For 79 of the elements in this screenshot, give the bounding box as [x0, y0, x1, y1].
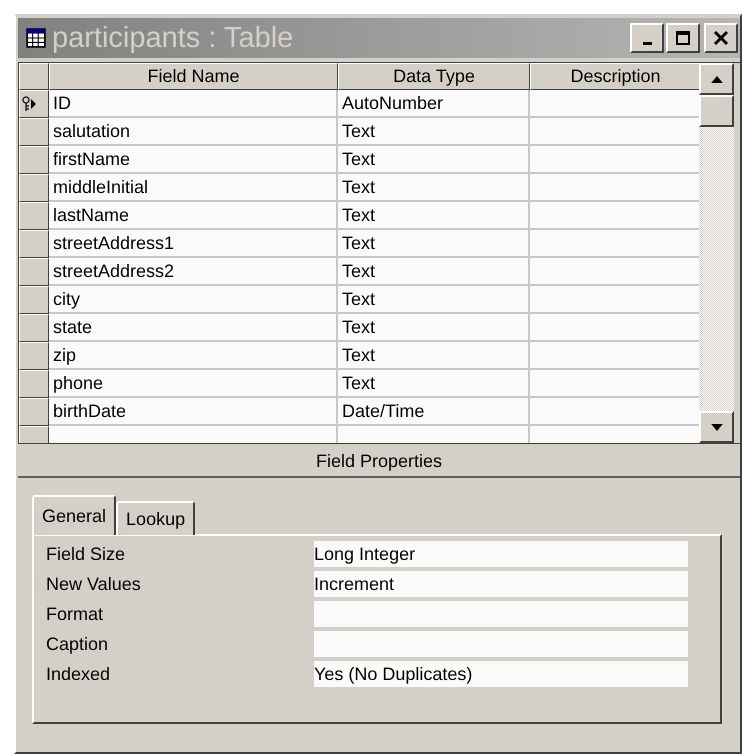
column-header[interactable]: Data Type — [338, 63, 530, 90]
property-field[interactable]: Increment — [314, 571, 688, 597]
row-selector[interactable] — [19, 258, 49, 286]
property-label: Caption — [46, 634, 110, 654]
row-selector[interactable] — [19, 398, 49, 426]
scroll-thumb[interactable] — [699, 95, 734, 127]
table-cell: city — [49, 286, 338, 314]
maximize-icon — [675, 30, 691, 46]
table-cell: zip — [49, 342, 338, 370]
table-cell: Date/Time — [338, 398, 530, 426]
minimize-icon — [642, 42, 652, 44]
table-cell: salutation — [49, 118, 338, 146]
window-title: participants : Table — [52, 22, 294, 54]
table-cell: ID — [49, 90, 338, 118]
table-cell: streetAddress1 — [49, 230, 338, 258]
scroll-up-button[interactable] — [699, 63, 734, 95]
table-cell: phone — [49, 370, 338, 398]
property-field[interactable]: Yes (No Duplicates) — [314, 661, 688, 687]
property-field[interactable]: Long Integer — [314, 541, 688, 567]
table-row[interactable]: state Text — [19, 314, 699, 342]
table-cell: birthDate — [49, 398, 338, 426]
row-selector[interactable] — [19, 174, 49, 202]
table-cell: Text — [338, 118, 530, 146]
table-row[interactable]: city Text — [19, 286, 699, 314]
row-selector[interactable] — [19, 342, 49, 370]
property-label: Indexed — [46, 664, 112, 684]
tab[interactable]: Lookup — [116, 501, 196, 535]
maximize-button[interactable] — [666, 23, 700, 53]
table-cell: Text — [338, 202, 530, 230]
property-field[interactable] — [314, 631, 688, 657]
property-field[interactable] — [314, 601, 688, 627]
table-cell: AutoNumber — [338, 90, 530, 118]
table-cell: Text — [338, 342, 530, 370]
table-row[interactable]: streetAddress1 Text — [19, 230, 699, 258]
table-cell: Text — [338, 370, 530, 398]
down-arrow-icon — [710, 424, 722, 430]
close-button[interactable] — [704, 23, 738, 53]
table-cell: firstName — [49, 146, 338, 174]
table-cell: lastName — [49, 202, 338, 230]
table-row[interactable]: phone Text — [19, 370, 699, 398]
table-row[interactable]: middleInitial Text — [19, 174, 699, 202]
close-icon — [713, 30, 729, 46]
row-selector[interactable] — [19, 90, 49, 118]
column-header[interactable]: Description — [530, 63, 699, 90]
row-selector[interactable] — [19, 286, 49, 314]
minimize-button[interactable] — [630, 23, 664, 53]
table-row[interactable]: lastName Text — [19, 202, 699, 230]
column-header[interactable]: Field Name — [49, 63, 338, 90]
table-row[interactable]: zip Text — [19, 342, 699, 370]
property-label: Format — [46, 604, 104, 624]
row-selector[interactable] — [19, 230, 49, 258]
row-selector[interactable] — [19, 202, 49, 230]
table-row[interactable]: ID AutoNumber — [19, 90, 699, 118]
scroll-down-button[interactable] — [699, 411, 734, 443]
table-row[interactable]: salutation Text — [19, 118, 699, 146]
section-header: Field Properties — [18, 446, 740, 478]
row-selector[interactable] — [19, 118, 49, 146]
row-selector[interactable] — [19, 146, 49, 174]
table-cell: Text — [338, 258, 530, 286]
table-cell: Text — [338, 146, 530, 174]
table-row[interactable]: birthDate Date/Time — [19, 398, 699, 426]
table-row[interactable]: firstName Text — [19, 146, 699, 174]
table-cell: state — [49, 314, 338, 342]
vertical-scrollbar[interactable] — [699, 63, 734, 443]
property-label: New Values — [46, 574, 142, 594]
table-cell: Text — [338, 314, 530, 342]
table-cell: streetAddress2 — [49, 258, 338, 286]
tab[interactable]: General — [32, 495, 116, 535]
row-selector[interactable] — [19, 370, 49, 398]
row-selector[interactable] — [19, 314, 49, 342]
property-label: Field Size — [46, 544, 126, 564]
table-icon — [26, 28, 46, 48]
corner-cell — [19, 63, 49, 90]
table-cell: middleInitial — [49, 174, 338, 202]
table-cell: Text — [338, 286, 530, 314]
table-row[interactable]: streetAddress2 Text — [19, 258, 699, 286]
table-cell: Text — [338, 230, 530, 258]
up-arrow-icon — [710, 76, 722, 82]
table-cell: Text — [338, 174, 530, 202]
